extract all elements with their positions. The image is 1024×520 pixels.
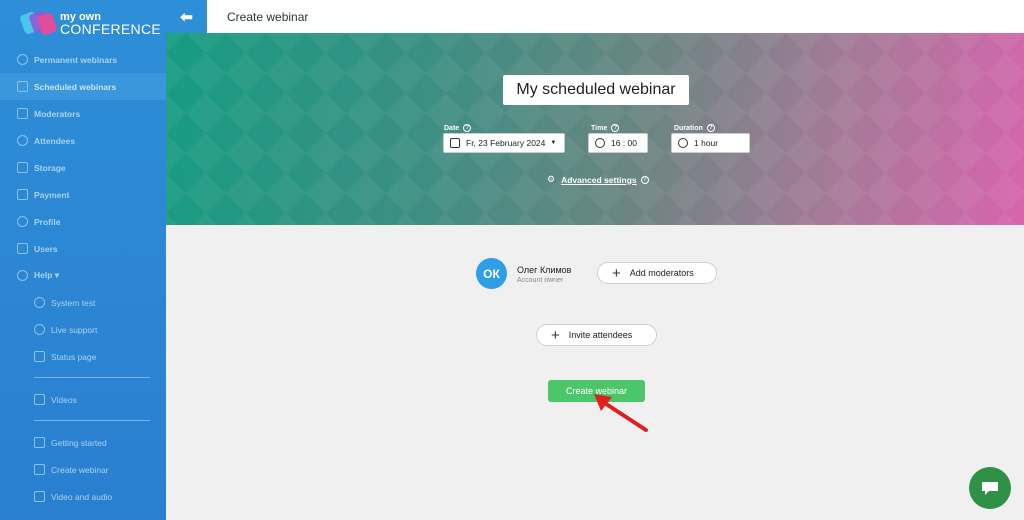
owner-name: Олег Климов xyxy=(517,265,572,275)
sidebar-item-label: Create webinar xyxy=(51,464,109,475)
sidebar-item-label: Users xyxy=(34,243,58,254)
time-label-text: Time xyxy=(591,124,608,132)
sidebar-item-create-webinar[interactable]: Create webinar xyxy=(0,456,166,483)
moderator-icon xyxy=(17,108,28,119)
storage-icon xyxy=(17,162,28,173)
top-bar: ⬅ Create webinar xyxy=(166,0,1024,33)
help-icon[interactable]: ? xyxy=(463,124,472,132)
sidebar-item-status-page[interactable]: Status page xyxy=(0,343,166,370)
arrow-left-icon: ⬅ xyxy=(180,8,193,26)
sidebar-item-attendees[interactable]: Attendees xyxy=(0,127,166,154)
calendar-icon xyxy=(450,138,460,148)
refresh-icon xyxy=(17,54,28,65)
sidebar-item-help[interactable]: Help ▾ xyxy=(0,262,166,289)
sidebar-item-label: Storage xyxy=(34,162,66,173)
advanced-settings-label: Advanced settings xyxy=(561,174,637,185)
edit-icon xyxy=(34,437,45,448)
sidebar-item-videos[interactable]: Videos xyxy=(0,386,166,413)
back-button[interactable]: ⬅ xyxy=(166,0,207,33)
edit-icon xyxy=(34,464,45,475)
sidebar-item-getting-started[interactable]: Getting started xyxy=(0,429,166,456)
gauge-icon xyxy=(34,297,45,308)
sidebar-item-label: Getting started xyxy=(51,437,107,448)
sidebar-item-profile[interactable]: Profile xyxy=(0,208,166,235)
invite-attendees-button[interactable]: + Invite attendees xyxy=(536,324,657,346)
question-icon xyxy=(17,270,28,281)
caret-down-icon: ▼ xyxy=(550,140,557,146)
invite-attendees-label: Invite attendees xyxy=(568,330,633,340)
page-title: Create webinar xyxy=(227,9,309,24)
chat-icon xyxy=(982,482,998,495)
owner-role: Account owner xyxy=(517,277,564,284)
card-icon xyxy=(17,189,28,200)
add-moderators-label: Add moderators xyxy=(629,268,694,278)
sidebar-divider xyxy=(34,377,150,378)
users-icon xyxy=(17,243,28,254)
plus-icon: + xyxy=(551,326,560,344)
brand-line2: CONFERENCE xyxy=(60,21,162,37)
sidebar-item-video-and-audio[interactable]: Video and audio xyxy=(0,483,166,510)
edit-icon xyxy=(34,491,45,502)
user-icon xyxy=(17,216,28,227)
sidebar-item-label: System test xyxy=(51,297,96,308)
time-input[interactable]: 16 : 00 xyxy=(588,133,648,153)
sidebar-item-moderators[interactable]: Moderators xyxy=(0,100,166,127)
duration-label-text: Duration xyxy=(674,124,703,132)
sidebar-divider xyxy=(34,420,150,421)
sidebar-item-storage[interactable]: Storage xyxy=(0,154,166,181)
play-icon xyxy=(34,394,45,405)
plus-icon: + xyxy=(612,264,621,282)
sidebar-item-label: Status page xyxy=(51,351,97,362)
clock-icon xyxy=(595,138,605,148)
help-icon[interactable]: ? xyxy=(706,124,715,132)
duration-select[interactable]: 1 hour xyxy=(671,133,750,153)
webinar-hero: My scheduled webinar Date ? Fr, 23 Febru… xyxy=(166,33,1024,225)
time-value: 16 : 00 xyxy=(611,138,637,148)
avatar: ОК xyxy=(476,258,507,289)
duration-label: Duration ? xyxy=(674,124,715,132)
headset-icon xyxy=(34,324,45,335)
date-label-text: Date xyxy=(444,124,460,132)
monitor-icon xyxy=(34,351,45,362)
sidebar-item-label: Permanent webinars xyxy=(34,54,118,65)
advanced-settings-link[interactable]: ⚙ Advanced settings ? xyxy=(547,174,649,185)
date-value: Fr, 23 February 2024 xyxy=(466,138,546,148)
brand-logo[interactable]: my own CONFERENCE xyxy=(0,0,166,46)
sidebar-item-label: Help ▾ xyxy=(34,270,60,280)
chat-button[interactable] xyxy=(969,467,1011,509)
main-content: ОК Олег Климов Account owner + Add moder… xyxy=(166,225,1024,520)
sidebar-item-label: Moderators xyxy=(34,108,81,119)
help-icon[interactable]: ? xyxy=(640,175,649,184)
sidebar-item-system-test[interactable]: System test xyxy=(0,289,166,316)
sidebar-item-live-support[interactable]: Live support xyxy=(0,316,166,343)
sidebar-item-label: Attendees xyxy=(34,135,76,146)
sidebar: my own CONFERENCE Permanent webinars Sch… xyxy=(0,0,166,520)
add-moderators-button[interactable]: + Add moderators xyxy=(597,262,717,284)
sidebar-item-permanent-webinars[interactable]: Permanent webinars xyxy=(0,46,166,73)
time-label: Time ? xyxy=(591,124,620,132)
people-icon xyxy=(17,135,28,146)
sidebar-item-label: Videos xyxy=(51,394,77,405)
sidebar-item-label: Live support xyxy=(51,324,98,335)
date-label: Date ? xyxy=(444,124,472,132)
sidebar-item-label: Payment xyxy=(34,189,70,200)
sidebar-item-payment[interactable]: Payment xyxy=(0,181,166,208)
webinar-title-input[interactable]: My scheduled webinar xyxy=(503,75,689,105)
gear-icon: ⚙ xyxy=(547,174,556,184)
help-icon[interactable]: ? xyxy=(611,124,620,132)
timer-icon xyxy=(678,138,688,148)
logo-icon xyxy=(19,9,58,37)
duration-value: 1 hour xyxy=(694,138,719,148)
sidebar-item-label: Video and audio xyxy=(51,491,113,502)
date-picker[interactable]: Fr, 23 February 2024 ▼ xyxy=(443,133,565,153)
sidebar-item-users[interactable]: Users xyxy=(0,235,166,262)
sidebar-item-label: Profile xyxy=(34,216,61,227)
sidebar-item-label: Scheduled webinars xyxy=(34,81,117,92)
sidebar-item-scheduled-webinars[interactable]: Scheduled webinars xyxy=(0,73,166,100)
calendar-icon xyxy=(17,81,28,92)
annotation-arrow-icon xyxy=(594,394,648,432)
